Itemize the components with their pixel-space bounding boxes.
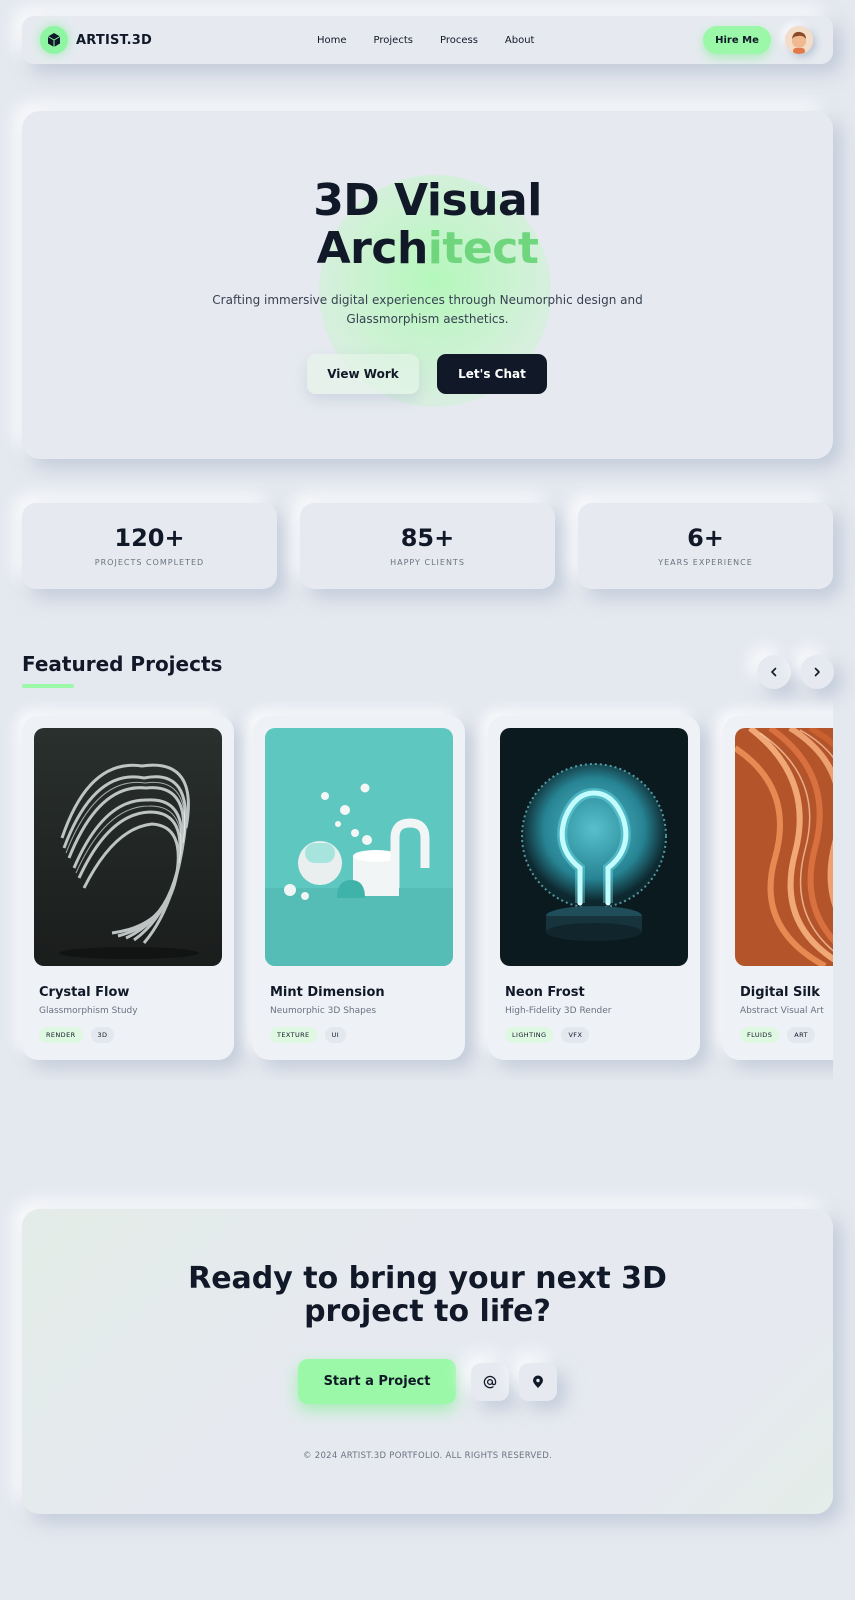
top-navbar: ARTIST.3D Home Projects Process About Hi… <box>22 16 833 64</box>
project-subtitle: High-Fidelity 3D Render <box>505 1006 612 1016</box>
tag: ART <box>787 1027 815 1043</box>
project-title: Neon Frost <box>505 985 585 1000</box>
map-pin-icon <box>533 1375 543 1388</box>
project-tags: LIGHTING VFX <box>505 1027 590 1043</box>
email-button[interactable] <box>471 1363 509 1401</box>
project-thumbnail <box>500 728 688 966</box>
project-tags: FLUIDS ART <box>740 1027 815 1043</box>
avatar[interactable] <box>785 26 813 54</box>
cta-title: Ready to bring your next 3D project to l… <box>22 1262 833 1328</box>
tag: LIGHTING <box>505 1027 554 1043</box>
carousel-prev-button[interactable] <box>757 655 791 689</box>
cube-icon <box>40 26 68 54</box>
hero-title-line1: 3D Visual <box>313 175 542 226</box>
hire-me-button[interactable]: Hire Me <box>703 26 771 54</box>
tag: RENDER <box>39 1027 83 1043</box>
cta-title-line2: project to life? <box>304 1294 551 1329</box>
project-subtitle: Glassmorphism Study <box>39 1006 138 1016</box>
nav-link-projects[interactable]: Projects <box>374 35 413 46</box>
project-card-mint-dimension[interactable]: Mint Dimension Neumorphic 3D Shapes TEXT… <box>253 716 465 1060</box>
hero-subtitle: Crafting immersive digital experiences t… <box>212 293 643 326</box>
hero-title: 3D Visual Architect <box>22 177 833 273</box>
project-title: Crystal Flow <box>39 985 130 1000</box>
stat-label: YEARS EXPERIENCE <box>658 558 753 567</box>
carousel-next-button[interactable] <box>800 655 834 689</box>
brand-logo[interactable]: ARTIST.3D <box>40 26 152 54</box>
project-title: Digital Silk <box>740 985 820 1000</box>
start-project-button[interactable]: Start a Project <box>298 1359 456 1404</box>
location-button[interactable] <box>519 1363 557 1401</box>
project-tags: RENDER 3D <box>39 1027 115 1043</box>
hero-title-line2: Architect <box>22 225 833 273</box>
tag: 3D <box>90 1027 115 1043</box>
nav-link-home[interactable]: Home <box>317 35 347 46</box>
project-card-crystal-flow[interactable]: Crystal Flow Glassmorphism Study RENDER … <box>22 716 234 1060</box>
project-thumbnail <box>735 728 833 966</box>
stat-value: 6+ <box>687 524 724 552</box>
chevron-left-icon <box>771 667 777 677</box>
hero-title-line2-start: Arch <box>316 223 429 274</box>
nav-link-about[interactable]: About <box>505 35 535 46</box>
stat-value: 85+ <box>400 524 455 552</box>
at-sign-icon <box>483 1375 497 1389</box>
title-underline <box>22 684 74 688</box>
projects-carousel: Crystal Flow Glassmorphism Study RENDER … <box>0 700 833 1080</box>
lets-chat-button[interactable]: Let's Chat <box>437 354 547 394</box>
project-thumbnail <box>265 728 453 966</box>
cta-section: Ready to bring your next 3D project to l… <box>22 1209 833 1514</box>
hero-section: 3D Visual Architect Crafting immersive d… <box>22 111 833 459</box>
hero-title-line2-accent: itect <box>427 223 539 274</box>
project-title: Mint Dimension <box>270 985 385 1000</box>
project-subtitle: Abstract Visual Art <box>740 1006 824 1016</box>
featured-projects-title: Featured Projects <box>22 652 223 676</box>
tag: VFX <box>561 1027 590 1043</box>
copyright-text: © 2024 ARTIST.3D PORTFOLIO. ALL RIGHTS R… <box>302 1451 553 1461</box>
stat-card-projects: 120+ PROJECTS COMPLETED <box>22 503 277 589</box>
project-tags: TEXTURE UI <box>270 1027 347 1043</box>
nav-link-process[interactable]: Process <box>440 35 478 46</box>
chevron-right-icon <box>814 667 820 677</box>
project-card-neon-frost[interactable]: Neon Frost High-Fidelity 3D Render LIGHT… <box>488 716 700 1060</box>
nav-links: Home Projects Process About <box>317 35 534 46</box>
project-thumbnail <box>34 728 222 966</box>
stat-card-clients: 85+ HAPPY CLIENTS <box>300 503 555 589</box>
stat-label: HAPPY CLIENTS <box>390 558 465 567</box>
view-work-button[interactable]: View Work <box>307 354 419 394</box>
brand-name: ARTIST.3D <box>76 32 153 48</box>
cta-title-line1: Ready to bring your next 3D <box>188 1261 667 1296</box>
tag: UI <box>324 1027 347 1043</box>
stat-card-experience: 6+ YEARS EXPERIENCE <box>578 503 833 589</box>
tag: TEXTURE <box>270 1027 317 1043</box>
stat-value: 120+ <box>114 524 185 552</box>
tag: FLUIDS <box>740 1027 780 1043</box>
project-subtitle: Neumorphic 3D Shapes <box>270 1006 377 1016</box>
project-card-digital-silk[interactable]: Digital Silk Abstract Visual Art FLUIDS … <box>723 716 833 1060</box>
stat-label: PROJECTS COMPLETED <box>94 558 205 567</box>
